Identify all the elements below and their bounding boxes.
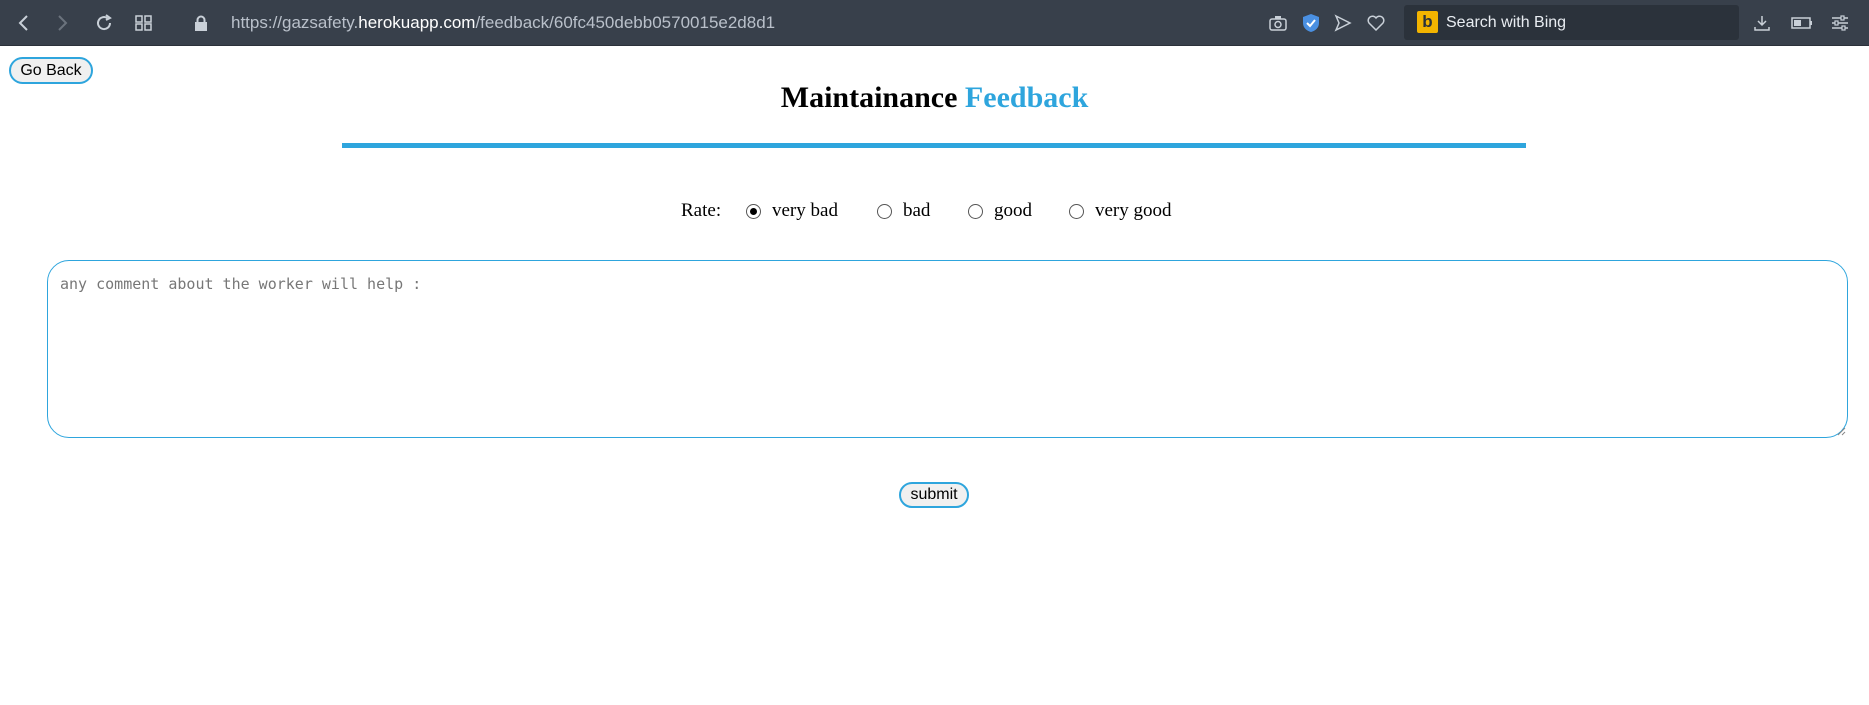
search-field[interactable]: b Search with Bing — [1404, 5, 1739, 40]
url-path: /feedback/60fc450debb0570015e2d8d1 — [475, 13, 776, 32]
send-icon[interactable] — [1331, 11, 1355, 35]
shield-icon[interactable] — [1299, 11, 1323, 35]
rating-option-label: good — [994, 200, 1032, 221]
tiles-icon[interactable] — [132, 11, 156, 35]
reload-icon[interactable] — [92, 11, 116, 35]
go-back-button[interactable]: Go Back — [9, 57, 93, 84]
lock-icon — [190, 12, 212, 34]
rating-option-label: bad — [903, 200, 931, 221]
title-main: Maintainance — [780, 81, 958, 114]
resize-grip-icon[interactable] — [1834, 424, 1846, 436]
url-prefix: https://gazsafety. — [231, 13, 359, 32]
comment-textarea[interactable] — [47, 260, 1848, 438]
bing-logo-icon: b — [1417, 11, 1438, 33]
forward-arrow-icon[interactable] — [50, 11, 74, 35]
title-divider — [342, 143, 1526, 148]
address-bar[interactable]: https://gazsafety.herokuapp.com/feedback… — [231, 11, 775, 35]
submit-button[interactable]: submit — [899, 482, 969, 508]
rating-option-label: very good — [1095, 200, 1172, 221]
rating-option-bad[interactable]: bad — [877, 197, 930, 225]
rate-label: Rate: — [681, 200, 722, 221]
radio-bad[interactable] — [877, 203, 892, 219]
rating-group: Rate: very bad bad good very good — [0, 197, 1869, 227]
camera-icon[interactable] — [1266, 11, 1290, 35]
url-host: herokuapp.com — [358, 13, 476, 32]
radio-good[interactable] — [968, 203, 983, 219]
browser-toolbar: https://gazsafety.herokuapp.com/feedback… — [0, 0, 1869, 46]
heart-icon[interactable] — [1364, 11, 1388, 35]
rating-option-very-bad[interactable]: very bad — [746, 197, 838, 225]
rating-option-label: very bad — [772, 200, 838, 221]
rating-option-good[interactable]: good — [968, 197, 1032, 225]
search-placeholder: Search with Bing — [1446, 14, 1567, 31]
download-icon[interactable] — [1750, 11, 1774, 35]
radio-very-good[interactable] — [1069, 203, 1084, 219]
radio-very-bad[interactable] — [746, 203, 761, 219]
back-arrow-icon[interactable] — [12, 11, 36, 35]
title-accent: Feedback — [964, 81, 1089, 114]
settings-sliders-icon[interactable] — [1828, 11, 1852, 35]
rating-option-very-good[interactable]: very good — [1069, 197, 1172, 225]
battery-icon[interactable] — [1790, 11, 1814, 35]
page-title: Maintainance Feedback — [0, 81, 1869, 115]
